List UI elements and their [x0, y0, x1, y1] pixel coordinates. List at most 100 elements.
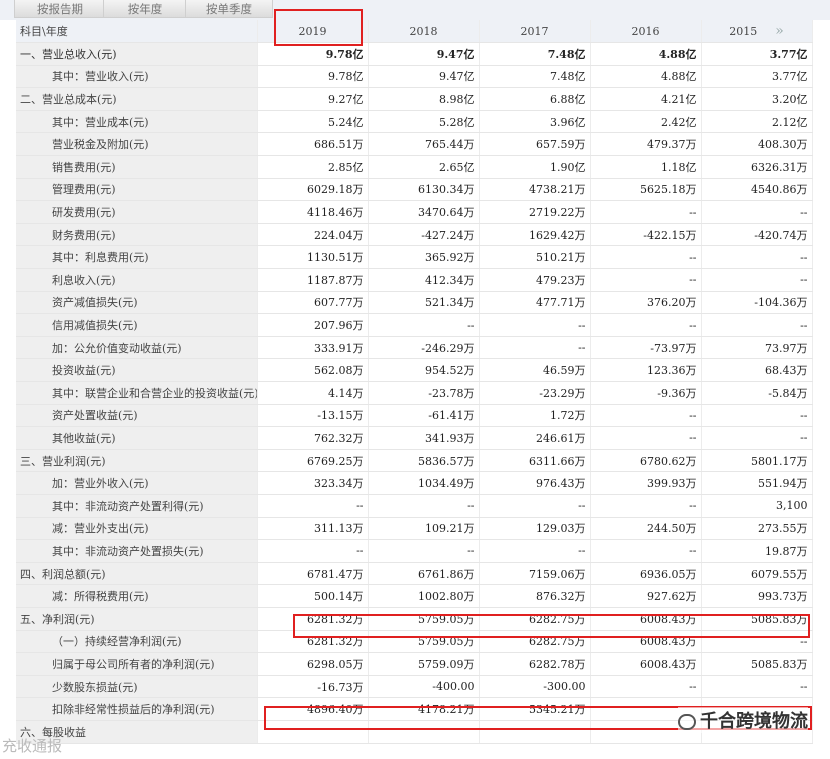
table-row: 管理费用(元) 6029.18万 6130.34万 4738.21万 5625.18万 4…	[16, 178, 813, 202]
value-cell: -13.15万	[257, 404, 369, 428]
value-cell: --	[257, 539, 369, 563]
value-cell: --	[701, 245, 813, 270]
value-cell: -400.00	[368, 675, 480, 699]
table-row: 二、营业总成本(元) 9.27亿 8.98亿 6.88亿 4.21亿 3.20亿	[16, 87, 813, 111]
value-cell: -16.73万	[257, 675, 369, 699]
table-row: 一、营业总收入(元) 9.78亿 9.47亿 7.48亿 4.88亿 3.77亿	[16, 42, 813, 66]
corner-watermark: 充收通报	[2, 737, 63, 755]
value-cell: 412.34万	[368, 268, 480, 292]
value-cell: -23.78万	[368, 381, 480, 405]
value-cell: 6079.55万	[701, 562, 813, 586]
value-cell: --	[590, 200, 702, 224]
value-cell: 5759.05万	[368, 607, 480, 631]
value-cell: -246.29万	[368, 336, 480, 360]
value-cell: 5345.21万	[479, 697, 591, 721]
row-label: 减：所得税费用(元)	[16, 584, 258, 608]
value-cell: 109.21万	[368, 517, 480, 541]
table-row: 销售费用(元) 2.85亿 2.65亿 1.90亿 1.18亿 6326.31万	[16, 155, 813, 179]
value-cell: 562.08万	[257, 358, 369, 382]
year-header[interactable]: 2018	[368, 20, 480, 44]
table-row: 其中：非流动资产处置损失(元) -- -- -- -- 19.87万	[16, 539, 813, 563]
value-cell: --	[701, 675, 813, 699]
value-cell: 129.03万	[479, 517, 591, 541]
value-cell: 5085.83万	[701, 652, 813, 676]
value-cell: 1187.87万	[257, 268, 369, 292]
value-cell: --	[368, 494, 480, 518]
value-cell: 3.96亿	[479, 110, 591, 134]
value-cell: 4178.21万	[368, 697, 480, 721]
year-header[interactable]: 2015»	[701, 20, 813, 44]
value-cell: 273.55万	[701, 517, 813, 541]
tab-by-quarter[interactable]: 按单季度	[185, 0, 273, 18]
value-cell: 4.88亿	[590, 42, 702, 66]
table-row: 研发费用(元) 4118.46万 3470.64万 2719.22万 -- --	[16, 200, 813, 224]
value-cell: 5625.18万	[590, 178, 702, 202]
value-cell: 4896.40万	[257, 697, 369, 721]
value-cell: 311.13万	[257, 517, 369, 541]
value-cell: -420.74万	[701, 223, 813, 247]
value-cell: 3,100	[701, 494, 813, 518]
value-cell: 765.44万	[368, 132, 480, 157]
value-cell: 6780.62万	[590, 449, 702, 473]
table-body: 一、营业总收入(元) 9.78亿 9.47亿 7.48亿 4.88亿 3.77亿 其中：营业…	[16, 42, 813, 744]
value-cell: 9.47亿	[368, 65, 480, 89]
row-label: 资产减值损失(元)	[16, 291, 258, 315]
year-header[interactable]: 2016	[590, 20, 702, 44]
table-row: 四、利润总额(元) 6781.47万 6761.86万 7159.06万 6936.05…	[16, 562, 813, 586]
table-row: 其中：非流动资产处置利得(元) -- -- -- -- 3,100	[16, 494, 813, 518]
value-cell: --	[590, 494, 702, 518]
value-cell: --	[701, 200, 813, 224]
value-cell: 333.91万	[257, 336, 369, 360]
value-cell: 6130.34万	[368, 178, 480, 202]
row-label: 其中：利息费用(元)	[16, 245, 258, 270]
value-cell: --	[590, 313, 702, 337]
table-row: 其中：联营企业和合营企业的投资收益(元) 4.14万 -23.78万 -23.29万 -…	[16, 381, 813, 405]
value-cell: 976.43万	[479, 471, 591, 495]
row-label: 财务费用(元)	[16, 223, 258, 247]
value-cell: 5759.09万	[368, 652, 480, 676]
value-cell: 1.72万	[479, 404, 591, 428]
value-cell: 6008.43万	[590, 630, 702, 654]
table-row: 其中：营业成本(元) 5.24亿 5.28亿 3.96亿 2.42亿 2.12亿	[16, 110, 813, 134]
value-cell: 6281.32万	[257, 607, 369, 631]
value-cell: 46.59万	[479, 358, 591, 382]
period-tabs: 按报告期 按年度 按单季度	[0, 0, 830, 20]
value-cell: 207.96万	[257, 313, 369, 337]
value-cell: 657.59万	[479, 132, 591, 157]
value-cell: --	[479, 494, 591, 518]
year-header[interactable]: 2019	[257, 20, 369, 44]
value-cell: 1130.51万	[257, 245, 369, 270]
value-cell: -300.00	[479, 675, 591, 699]
table-row: 其他收益(元) 762.32万 341.93万 246.61万 -- --	[16, 426, 813, 450]
value-cell: --	[479, 313, 591, 337]
row-label-header: 科目\年度	[16, 20, 258, 44]
value-cell: 7.48亿	[479, 65, 591, 89]
table-row: 加：营业外收入(元) 323.34万 1034.49万 976.43万 399.93万 5…	[16, 471, 813, 495]
value-cell: 686.51万	[257, 132, 369, 157]
row-label: 销售费用(元)	[16, 155, 258, 179]
value-cell: 5801.17万	[701, 449, 813, 473]
value-cell: 1034.49万	[368, 471, 480, 495]
value-cell: 762.32万	[257, 426, 369, 450]
value-cell: 6281.32万	[257, 630, 369, 654]
value-cell: 73.97万	[701, 336, 813, 360]
row-label: 三、营业利润(元)	[16, 449, 258, 473]
next-page-icon[interactable]: »	[775, 23, 784, 39]
value-cell: 19.87万	[701, 539, 813, 563]
row-label: 其中：非流动资产处置损失(元)	[16, 539, 258, 563]
tab-by-year[interactable]: 按年度	[103, 0, 187, 18]
value-cell: 479.37万	[590, 132, 702, 157]
value-cell: 365.92万	[368, 245, 480, 270]
value-cell: 6282.78万	[479, 652, 591, 676]
value-cell: 927.62万	[590, 584, 702, 608]
value-cell: 5836.57万	[368, 449, 480, 473]
value-cell: 500.14万	[257, 584, 369, 608]
value-cell: --	[590, 675, 702, 699]
row-label: （一）持续经营净利润(元)	[16, 630, 258, 654]
value-cell: --	[368, 313, 480, 337]
value-cell: 6298.05万	[257, 652, 369, 676]
year-header[interactable]: 2017	[479, 20, 591, 44]
value-cell: 3.20亿	[701, 87, 813, 111]
row-label: 投资收益(元)	[16, 358, 258, 382]
tab-by-report-period[interactable]: 按报告期	[14, 0, 106, 18]
